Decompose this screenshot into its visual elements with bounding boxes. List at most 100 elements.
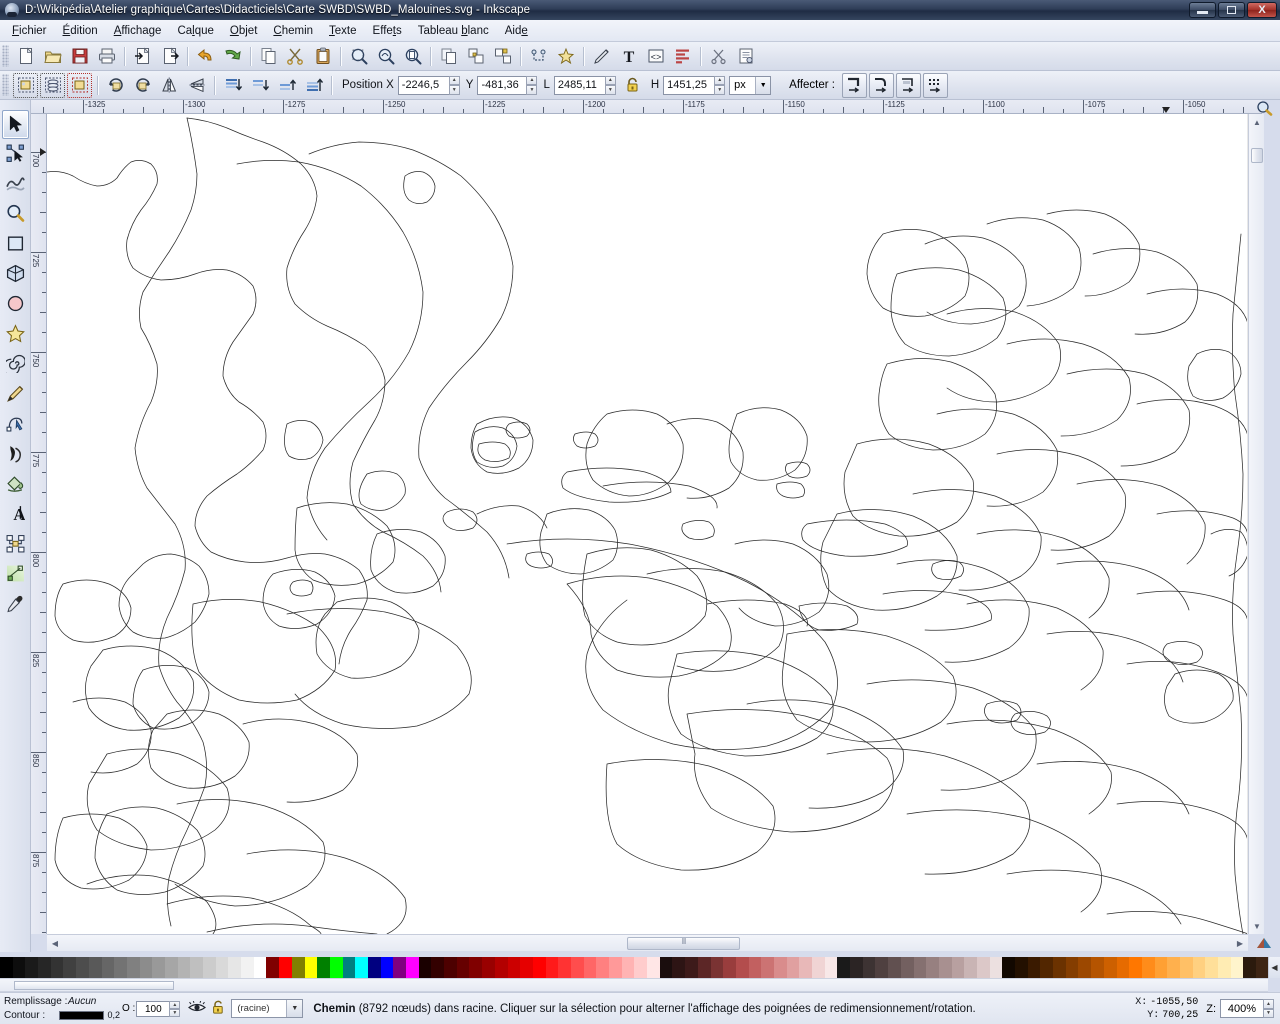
palette-swatch[interactable] — [1154, 957, 1168, 978]
menu-item-effets[interactable]: Effets — [365, 22, 410, 40]
zoom-page[interactable] — [400, 44, 425, 69]
palette-swatch[interactable] — [570, 957, 584, 978]
flip-vertical[interactable] — [184, 73, 209, 98]
zoom-control[interactable]: Z: 400% ▲ ▼ — [1206, 999, 1274, 1018]
palette-swatch[interactable] — [291, 957, 305, 978]
palette-swatch[interactable] — [1129, 957, 1142, 978]
palette-swatch[interactable] — [114, 957, 127, 978]
node-tool[interactable] — [2, 140, 29, 169]
palette-swatch[interactable] — [38, 957, 51, 978]
palette-swatch[interactable] — [152, 957, 165, 978]
zoom-corner-button[interactable] — [1249, 100, 1280, 116]
palette-swatch[interactable] — [393, 957, 406, 978]
rotate-ccw-90[interactable] — [103, 73, 128, 98]
dropper-tool[interactable] — [2, 590, 29, 619]
palette-swatch[interactable] — [875, 957, 889, 978]
palette-swatch[interactable] — [190, 957, 203, 978]
palette-swatch[interactable] — [63, 957, 77, 978]
palette-swatch[interactable] — [12, 957, 26, 978]
vertical-scrollbar[interactable]: ▲ ▼ — [1248, 114, 1264, 934]
palette-swatch[interactable] — [761, 957, 774, 978]
palette-swatch[interactable] — [976, 957, 990, 978]
palette-swatch[interactable] — [164, 957, 178, 978]
palette-swatch[interactable] — [672, 957, 686, 978]
palette-swatch[interactable] — [266, 957, 280, 978]
palette-swatch[interactable] — [558, 957, 571, 978]
ellipse-tool[interactable] — [2, 290, 29, 319]
palette-swatch[interactable] — [380, 957, 394, 978]
palette-swatch[interactable] — [406, 957, 419, 978]
box3d-tool[interactable] — [2, 260, 29, 289]
palette-swatch[interactable] — [938, 957, 952, 978]
print-document[interactable] — [94, 44, 119, 69]
palette-swatch[interactable] — [304, 957, 318, 978]
stroke-color-swatch[interactable] — [59, 1011, 105, 1020]
menu-item-affichage[interactable]: Affichage — [106, 22, 170, 40]
palette-swatch[interactable] — [367, 957, 381, 978]
palette-swatch[interactable] — [139, 957, 153, 978]
color-wheel-button[interactable] — [1248, 934, 1280, 951]
cut[interactable] — [283, 44, 308, 69]
palette-swatch[interactable] — [647, 957, 660, 978]
position-y-input[interactable]: -481,36 — [477, 75, 528, 95]
paste[interactable] — [310, 44, 335, 69]
layer-selector[interactable]: (racine) ▼ — [231, 999, 304, 1018]
tweak-tool[interactable] — [2, 170, 29, 199]
zoom-drawing[interactable] — [373, 44, 398, 69]
palette-swatch[interactable] — [126, 957, 140, 978]
palette-swatch[interactable] — [1230, 957, 1244, 978]
color-palette[interactable] — [0, 957, 1269, 978]
rectangle-tool[interactable] — [2, 230, 29, 259]
palette-swatch[interactable] — [862, 957, 876, 978]
align-distribute[interactable] — [670, 44, 695, 69]
text-dialog[interactable]: T — [616, 44, 641, 69]
palette-swatch[interactable] — [748, 957, 762, 978]
palette-swatch[interactable] — [494, 957, 508, 978]
palette-swatch[interactable] — [25, 957, 39, 978]
palette-swatch[interactable] — [241, 957, 254, 978]
vertical-ruler[interactable]: 700 725 750 775 800 825 850 875 — [31, 114, 47, 934]
fill-stroke-indicator[interactable]: Remplissage : Aucun Contour : 0,2 — [0, 995, 120, 1023]
palette-swatch[interactable] — [1167, 957, 1180, 978]
palette-scrollbar[interactable] — [0, 978, 1268, 992]
flip-horizontal[interactable] — [157, 73, 182, 98]
palette-swatch[interactable] — [279, 957, 292, 978]
affect-stroke-width[interactable] — [841, 72, 867, 98]
palette-swatch[interactable] — [1256, 957, 1269, 978]
scroll-right-arrow[interactable]: ▶ — [1234, 937, 1246, 950]
palette-scroll-arrow[interactable]: ◀ — [1268, 957, 1280, 978]
affect-gradients[interactable] — [895, 72, 921, 98]
scroll-down-arrow[interactable]: ▼ — [1251, 920, 1263, 932]
close-button[interactable]: X — [1247, 2, 1277, 18]
palette-swatch[interactable] — [913, 957, 927, 978]
width-spinner[interactable]: ▲ ▼ — [604, 75, 616, 95]
palette-swatch[interactable] — [1027, 957, 1041, 978]
palette-swatch[interactable] — [900, 957, 914, 978]
affect-patterns[interactable] — [922, 72, 948, 98]
palette-swatch[interactable] — [1040, 957, 1054, 978]
palette-swatch[interactable] — [1091, 957, 1104, 978]
palette-swatch[interactable] — [1218, 957, 1231, 978]
spiral-tool[interactable] — [2, 350, 29, 379]
fill-stroke-dialog[interactable] — [589, 44, 614, 69]
menu-item-texte[interactable]: Texte — [321, 22, 365, 40]
height-spinner[interactable]: ▲ ▼ — [714, 75, 726, 95]
palette-swatch[interactable] — [507, 957, 521, 978]
horizontal-scrollbar[interactable]: ◀ ▶ — [47, 934, 1248, 951]
toolbar-grip[interactable] — [2, 45, 9, 67]
palette-swatch[interactable] — [888, 957, 901, 978]
menu-item-fichier[interactable]: Fichier — [4, 22, 55, 40]
select-all-layers[interactable] — [40, 72, 65, 98]
unlock-icon[interactable] — [211, 1000, 225, 1018]
group[interactable] — [463, 44, 488, 69]
redo[interactable] — [220, 44, 245, 69]
palette-swatch[interactable] — [786, 957, 800, 978]
menu-item-aide[interactable]: Aide — [497, 22, 536, 40]
palette-swatch[interactable] — [329, 957, 343, 978]
opacity-input[interactable]: 100 — [136, 1000, 171, 1017]
import[interactable] — [130, 44, 155, 69]
paintbucket-tool[interactable] — [2, 470, 29, 499]
palette-swatch[interactable] — [1002, 957, 1015, 978]
palette-swatch[interactable] — [1205, 957, 1218, 978]
menu-item-tableau-blanc[interactable]: Tableau blanc — [410, 22, 497, 40]
